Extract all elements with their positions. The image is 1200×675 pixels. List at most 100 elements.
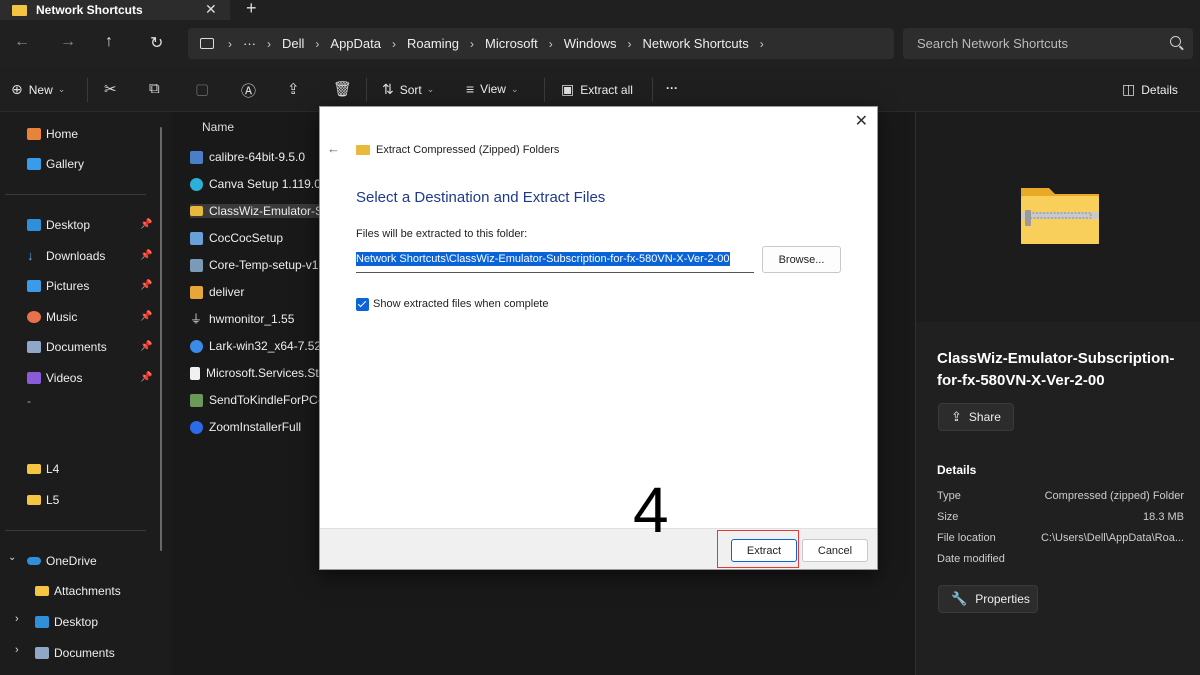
tab-network-shortcuts[interactable]: Network Shortcuts ✕ <box>0 0 230 20</box>
pin-icon[interactable]: 📌 <box>140 341 152 352</box>
breadcrumb-roaming[interactable]: Roaming <box>407 36 459 51</box>
list-item[interactable]: ⏚ hwmonitor_1.55 <box>190 312 294 326</box>
forward-icon[interactable]: → <box>60 33 76 51</box>
folder-icon <box>12 4 27 16</box>
extract-all-button[interactable]: ▣ Extract all <box>561 81 633 98</box>
breadcrumb-windows[interactable]: Windows <box>564 36 617 51</box>
show-files-checkbox[interactable] <box>356 298 369 311</box>
more-options-button[interactable]: ··· <box>666 81 678 95</box>
pin-icon[interactable]: 📌 <box>140 250 152 261</box>
pin-icon[interactable]: 📌 <box>140 219 152 230</box>
sidebar-item-pictures[interactable]: Pictures <box>27 277 89 295</box>
pin-icon[interactable]: 📌 <box>140 372 152 383</box>
search-input[interactable]: Search Network Shortcuts <box>903 28 1193 59</box>
details-button[interactable]: ◫ Details <box>1122 81 1178 98</box>
rename-icon[interactable]: Ⓐ <box>241 80 256 101</box>
properties-label: Properties <box>975 592 1030 606</box>
sidebar-item-dash[interactable]: - <box>27 392 31 410</box>
show-files-label[interactable]: Show extracted files when complete <box>373 298 548 310</box>
sidebar-item-desktop[interactable]: Desktop <box>27 216 90 234</box>
paste-icon[interactable]: ▢ <box>195 80 209 98</box>
column-header-name[interactable]: Name <box>202 120 234 134</box>
share-button[interactable]: ⇪ Share <box>938 403 1014 431</box>
sidebar-item-onedrive-desktop[interactable]: Desktop <box>35 613 98 631</box>
sidebar-scrollbar[interactable] <box>160 127 162 551</box>
breadcrumb-microsoft[interactable]: Microsoft <box>485 36 538 51</box>
address-bar[interactable]: › ··· › Dell › AppData › Roaming › Micro… <box>188 28 894 59</box>
share-icon: ⇪ <box>951 409 962 424</box>
folder-icon <box>35 586 49 596</box>
list-item[interactable]: Microsoft.Services.Sto <box>190 366 325 380</box>
properties-button[interactable]: 🔧 Properties <box>938 585 1038 613</box>
chevron-right-icon[interactable]: › <box>15 613 19 625</box>
details-pane-icon: ◫ <box>1122 81 1136 97</box>
sidebar-item-label: Attachments <box>54 584 121 598</box>
detail-row-location: File location C:\Users\Dell\AppData\Roa..… <box>937 532 1184 544</box>
sidebar-item-downloads[interactable]: ↓ Downloads <box>27 247 105 265</box>
refresh-icon[interactable]: ↻ <box>150 33 163 53</box>
sidebar-item-videos[interactable]: Videos <box>27 369 82 387</box>
extract-icon: ▣ <box>561 81 575 97</box>
sidebar-item-onedrive-documents[interactable]: Documents <box>35 644 115 662</box>
breadcrumb-dell[interactable]: Dell <box>282 36 304 51</box>
list-item[interactable]: Canva Setup 1.119.0 <box>190 177 321 191</box>
canva-icon <box>190 177 203 191</box>
back-icon[interactable]: ← <box>14 33 30 51</box>
up-icon[interactable]: ↑ <box>105 33 113 51</box>
sort-label: Sort <box>399 82 422 97</box>
cancel-button[interactable]: Cancel <box>802 539 868 562</box>
list-item[interactable]: SendToKindleForPC-in <box>190 393 331 407</box>
details-pane: ClassWiz-Emulator-Subscription-for-fx-58… <box>915 112 1200 675</box>
share-icon[interactable]: ⇪ <box>287 80 300 98</box>
sort-button[interactable]: ⇅ Sort ⌄ <box>382 81 434 98</box>
list-item[interactable]: CocCocSetup <box>190 231 283 245</box>
list-item[interactable]: deliver <box>190 285 244 299</box>
browse-button[interactable]: Browse... <box>762 246 841 273</box>
chevron-down-icon[interactable]: ⌄ <box>8 552 16 563</box>
extract-button[interactable]: Extract <box>731 539 797 562</box>
chevron-right-icon[interactable]: › <box>15 644 19 656</box>
list-item-selected[interactable]: ClassWiz-Emulator-Su <box>190 204 330 218</box>
details-label: Details <box>1141 82 1178 97</box>
new-button[interactable]: ⊕ New ⌄ <box>11 81 65 98</box>
sidebar-item-gallery[interactable]: Gallery <box>27 155 84 173</box>
cut-icon[interactable]: ✂ <box>104 80 117 98</box>
chevron-down-icon: ⌄ <box>426 84 435 94</box>
chevron-right-icon: › <box>392 36 396 51</box>
breadcrumb-more[interactable]: ··· <box>243 36 256 51</box>
file-name: calibre-64bit-9.5.0 <box>209 150 306 164</box>
list-item[interactable]: calibre-64bit-9.5.0 <box>190 150 305 164</box>
tab-close-icon[interactable]: ✕ <box>205 1 217 18</box>
plus-circle-icon: ⊕ <box>11 81 23 97</box>
sidebar-item-label: Documents <box>54 646 115 660</box>
sidebar-item-label: Pictures <box>46 279 90 293</box>
sidebar-item-home[interactable]: Home <box>27 125 78 143</box>
sidebar-item-l4[interactable]: L4 <box>27 460 59 478</box>
sidebar-item-onedrive[interactable]: OneDrive <box>27 552 97 570</box>
breadcrumb-network-shortcuts[interactable]: Network Shortcuts <box>643 36 749 51</box>
sidebar-item-label: Music <box>46 310 78 324</box>
sidebar-item-attachments[interactable]: Attachments <box>35 582 121 600</box>
chevron-right-icon: › <box>548 36 553 51</box>
list-item[interactable]: Lark-win32_x64-7.52. <box>190 339 324 353</box>
sidebar-item-l5[interactable]: L5 <box>27 491 59 509</box>
pin-icon[interactable]: 📌 <box>140 280 152 291</box>
list-item[interactable]: Core-Temp-setup-v1. <box>190 258 322 272</box>
copy-icon[interactable]: ⧉ <box>149 80 160 97</box>
chevron-down-icon: ⌄ <box>57 84 66 94</box>
back-arrow-icon[interactable]: ← <box>327 141 340 156</box>
detail-value: Compressed (zipped) Folder <box>1044 490 1184 502</box>
new-tab-icon[interactable]: + <box>246 0 257 19</box>
destination-path-value: Network Shortcuts\ClassWiz-Emulator-Subs… <box>356 252 730 266</box>
close-icon[interactable]: ✕ <box>855 111 868 131</box>
delete-icon[interactable]: 🗑 <box>333 80 352 98</box>
list-item[interactable]: ZoomInstallerFull <box>190 420 301 434</box>
sidebar-item-music[interactable]: Music <box>27 308 77 326</box>
destination-label: Files will be extracted to this folder: <box>356 228 528 240</box>
pin-icon[interactable]: 📌 <box>140 311 152 322</box>
sidebar-item-documents[interactable]: Documents <box>27 338 107 356</box>
destination-path-input[interactable]: Network Shortcuts\ClassWiz-Emulator-Subs… <box>356 249 754 273</box>
view-button[interactable]: ≡ View ⌄ <box>466 81 519 97</box>
breadcrumb-appdata[interactable]: AppData <box>330 36 381 51</box>
selected-item-name: ClassWiz-Emulator-Subscription-for-fx-58… <box>937 350 1175 389</box>
